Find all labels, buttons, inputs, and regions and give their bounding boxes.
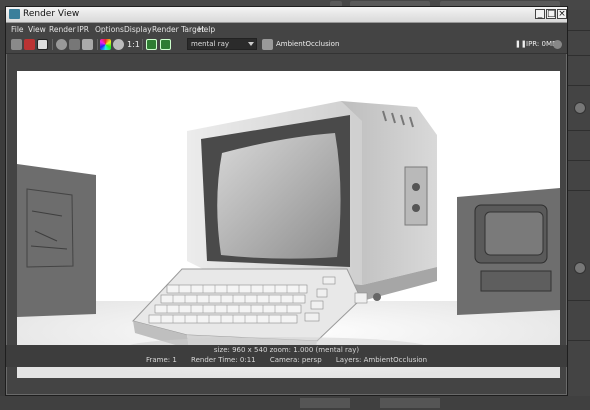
background-tab xyxy=(300,398,350,408)
toolbar-separator xyxy=(142,39,143,50)
menu-render-target[interactable]: Render Target xyxy=(152,24,204,35)
panel-divider xyxy=(568,160,590,161)
keep-image-icon[interactable] xyxy=(146,39,157,50)
renderer-dropdown[interactable]: mental ray xyxy=(187,38,257,50)
panel-divider xyxy=(568,55,590,56)
maximize-button[interactable]: □ xyxy=(546,9,556,19)
layer-icon xyxy=(262,39,273,50)
toolbar-separator xyxy=(97,39,98,50)
menu-view[interactable]: View xyxy=(28,24,46,35)
menu-file[interactable]: File xyxy=(11,24,24,35)
menu-ipr[interactable]: IPR xyxy=(77,24,89,35)
menu-bar: File View Render IPR Options Display Ren… xyxy=(6,23,567,36)
menu-options[interactable]: Options xyxy=(95,24,124,35)
remove-image-icon[interactable] xyxy=(160,39,171,50)
render-layer-label: AmbientOcclusion xyxy=(276,40,340,48)
chevron-down-icon xyxy=(248,42,254,46)
render-region-icon[interactable] xyxy=(82,39,93,50)
title-bar[interactable]: Render View _ □ × xyxy=(6,7,567,23)
maya-app-icon xyxy=(9,9,20,19)
pause-icon[interactable]: ❚❚ xyxy=(515,39,527,50)
rendered-image xyxy=(17,71,560,378)
image-size-info: size: 960 x 540 zoom: 1.000 (mental ray) xyxy=(213,346,360,354)
panel-divider xyxy=(568,300,590,301)
panel-divider xyxy=(568,190,590,191)
region-icon[interactable] xyxy=(69,39,80,50)
layers-info: Layers: AmbientOcclusion xyxy=(335,356,428,364)
panel-divider xyxy=(568,130,590,131)
frame-info: Frame: 1 xyxy=(145,356,177,364)
camera-info: Camera: persp xyxy=(269,356,322,364)
ipr-render-icon[interactable] xyxy=(24,39,35,50)
background-tab xyxy=(380,398,440,408)
color-channel-icon[interactable] xyxy=(100,39,111,50)
refresh-icon[interactable] xyxy=(56,39,67,50)
render-time-info: Render Time: 0:11 xyxy=(191,356,256,364)
alpha-icon[interactable] xyxy=(113,39,124,50)
panel-divider xyxy=(568,30,590,31)
status-light-icon xyxy=(553,40,562,49)
toolbar: 1:1 mental ray AmbientOcclusion ❚❚ IPR: … xyxy=(6,36,567,54)
menu-help[interactable]: Help xyxy=(198,24,215,35)
render-icon[interactable] xyxy=(11,39,22,50)
render-info-line: Frame: 1 Render Time: 0:11 Camera: persp… xyxy=(6,356,567,364)
window-title: Render View xyxy=(23,9,80,19)
menu-display[interactable]: Display xyxy=(124,24,152,35)
renderer-value: mental ray xyxy=(191,40,230,48)
slider-knob[interactable] xyxy=(574,102,586,114)
background-bottom-bar xyxy=(0,396,590,410)
snapshot-icon[interactable] xyxy=(37,39,48,50)
panel-divider xyxy=(568,85,590,86)
render-viewport[interactable] xyxy=(17,71,560,378)
render-view-window: Render View _ □ × File View Render IPR O… xyxy=(5,6,568,396)
real-size-button[interactable]: 1:1 xyxy=(127,39,140,50)
close-button[interactable]: × xyxy=(557,9,567,19)
toolbar-separator xyxy=(52,39,53,50)
panel-divider xyxy=(568,340,590,341)
slider-knob[interactable] xyxy=(574,262,586,274)
menu-render[interactable]: Render xyxy=(49,24,76,35)
minimize-button[interactable]: _ xyxy=(535,9,545,19)
background-right-panel xyxy=(567,10,590,410)
